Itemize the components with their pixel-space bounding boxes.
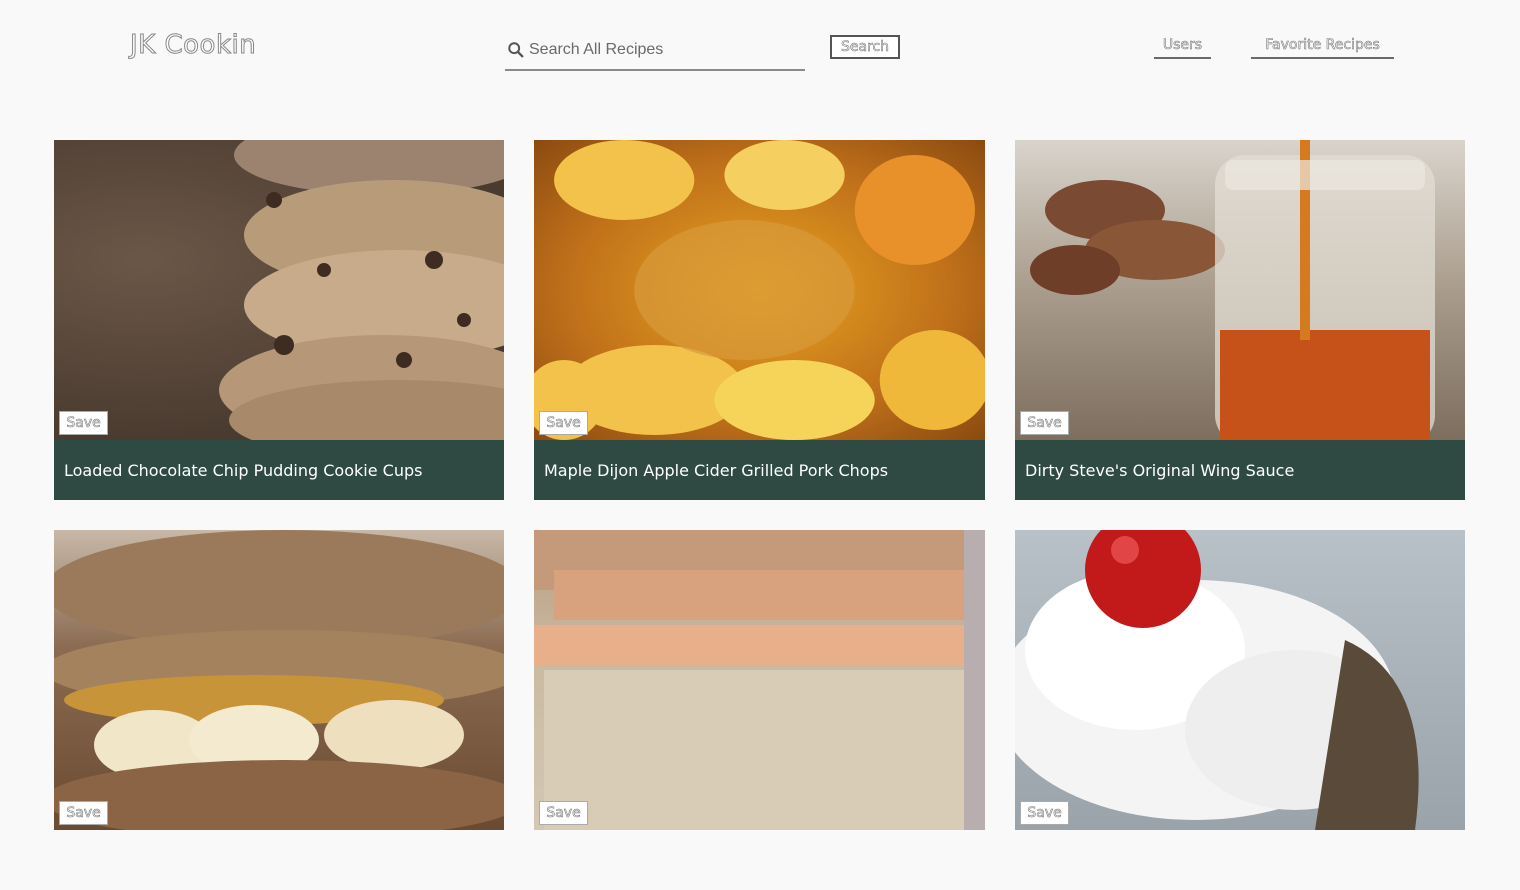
recipe-image-sauce-jar[interactable]: Save (1015, 140, 1465, 440)
recipe-card[interactable]: Save Dirty Steve's Original Wing Sauce (1015, 140, 1465, 500)
search-icon (508, 41, 524, 57)
search-bar (505, 30, 805, 71)
recipe-image-glazed-pork-apples[interactable]: Save (534, 140, 985, 440)
recipe-card[interactable]: Save Maple Dijon Apple Cider Grilled Por… (534, 140, 985, 500)
site-header: JK Cookin Search Users Favorite Recipes (0, 0, 1520, 100)
recipe-image-bread-loaf[interactable]: Save (534, 530, 985, 830)
recipe-card[interactable]: Save (534, 530, 985, 890)
save-button[interactable]: Save (59, 801, 108, 825)
save-button[interactable]: Save (59, 411, 108, 435)
search-input[interactable] (529, 34, 789, 65)
recipe-title[interactable]: Maple Dijon Apple Cider Grilled Pork Cho… (534, 440, 985, 500)
save-button[interactable]: Save (539, 411, 588, 435)
nav-users-link[interactable]: Users (1154, 37, 1211, 59)
nav-favorite-recipes-link[interactable]: Favorite Recipes (1251, 37, 1394, 59)
recipe-card[interactable]: Save (54, 530, 504, 890)
recipe-grid: Save Loaded Chocolate Chip Pudding Cooki… (54, 140, 1465, 890)
site-logo[interactable]: JK Cookin (129, 30, 256, 61)
recipe-card[interactable]: Save (1015, 530, 1465, 890)
save-button[interactable]: Save (1020, 411, 1069, 435)
recipe-card[interactable]: Save Loaded Chocolate Chip Pudding Cooki… (54, 140, 504, 500)
save-button[interactable]: Save (1020, 801, 1069, 825)
save-button[interactable]: Save (539, 801, 588, 825)
recipe-title[interactable]: Loaded Chocolate Chip Pudding Cookie Cup… (54, 440, 504, 500)
recipe-image-banana-pancakes[interactable]: Save (54, 530, 504, 830)
recipe-image-coconut-cupcake[interactable]: Save (1015, 530, 1465, 830)
recipe-title[interactable]: Dirty Steve's Original Wing Sauce (1015, 440, 1465, 500)
search-button[interactable]: Search (830, 35, 900, 59)
recipe-image-cookie-stack[interactable]: Save (54, 140, 504, 440)
